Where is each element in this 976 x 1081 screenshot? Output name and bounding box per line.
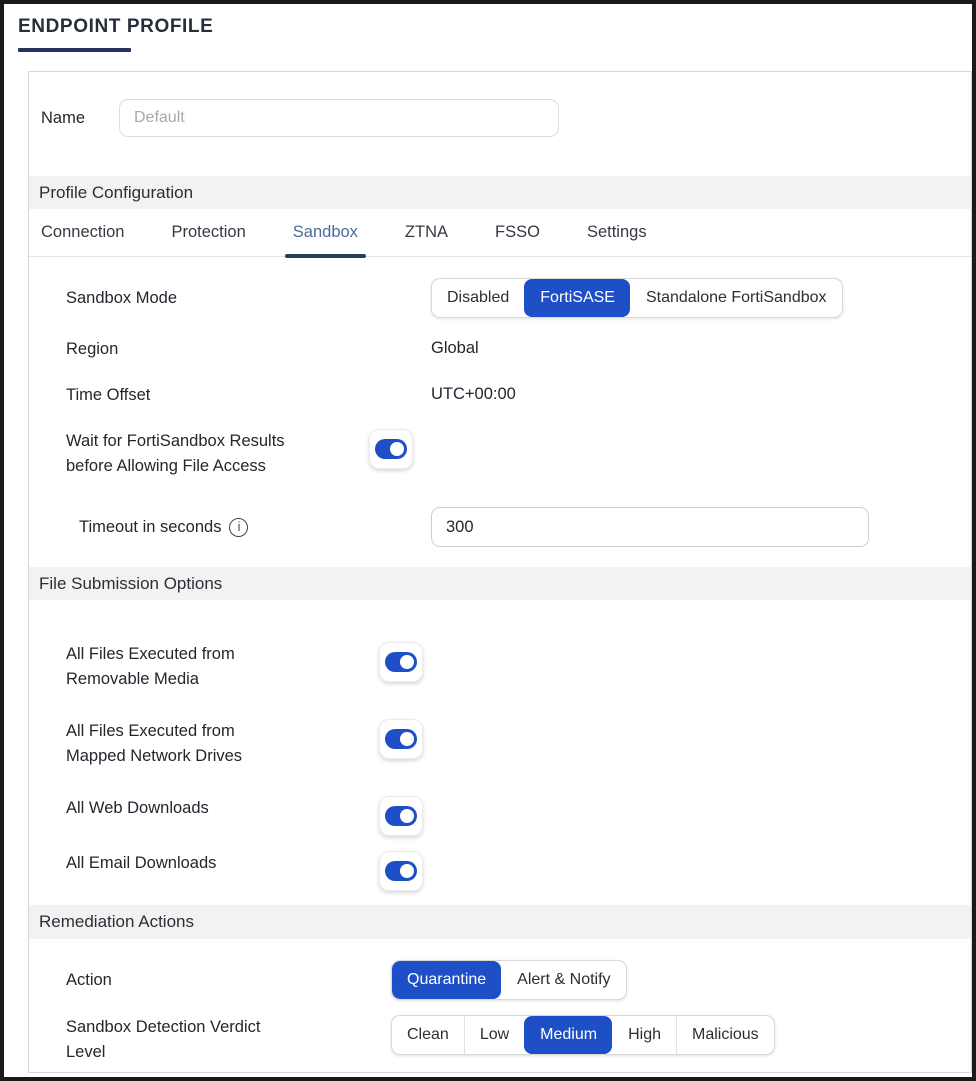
sandbox-mode-row: Sandbox Mode Disabled FortiSASE Standalo… <box>66 278 971 318</box>
region-label: Region <box>66 337 431 362</box>
toggle-pill-on <box>385 652 417 672</box>
action-option-alert-notify[interactable]: Alert & Notify <box>501 961 625 999</box>
tab-bar: Connection Protection Sandbox ZTNA FSSO … <box>29 209 971 257</box>
web-downloads-row: All Web Downloads <box>66 796 971 836</box>
timeout-label-group: Timeout in seconds i <box>79 507 431 547</box>
verdict-level-row: Sandbox Detection Verdict Level Clean Lo… <box>66 1015 971 1065</box>
tab-protection[interactable]: Protection <box>167 209 249 256</box>
sandbox-mode-option-standalone-fortisandbox[interactable]: Standalone FortiSandbox <box>630 279 842 317</box>
mapped-network-drives-row: All Files Executed from Mapped Network D… <box>66 719 971 769</box>
toggle-pill-on <box>385 861 417 881</box>
toggle-pill-on <box>385 806 417 826</box>
web-downloads-label: All Web Downloads <box>66 796 379 821</box>
verdict-segmented-control: Clean Low Medium High Malicious <box>391 1015 775 1055</box>
section-heading: Remediation Actions <box>39 912 194 932</box>
time-offset-value: UTC+00:00 <box>431 383 516 405</box>
name-label: Name <box>41 109 119 128</box>
info-icon[interactable]: i <box>229 518 248 537</box>
verdict-option-low[interactable]: Low <box>464 1016 524 1054</box>
toggle-pill-on <box>375 439 407 459</box>
removable-media-toggle[interactable] <box>379 642 423 682</box>
removable-media-label: All Files Executed from Removable Media <box>66 642 379 692</box>
page-title: ENDPOINT PROFILE <box>18 16 213 38</box>
action-segmented-control: Quarantine Alert & Notify <box>391 960 627 1000</box>
section-heading: File Submission Options <box>39 574 222 594</box>
section-header-profile-configuration: Profile Configuration <box>29 176 971 209</box>
timeout-row: Timeout in seconds i <box>66 507 971 547</box>
tab-sandbox[interactable]: Sandbox <box>289 209 362 256</box>
action-label: Action <box>66 960 391 1000</box>
wait-for-results-row: Wait for FortiSandbox Results before All… <box>66 429 971 485</box>
email-downloads-toggle[interactable] <box>379 851 423 891</box>
region-value: Global <box>431 337 479 359</box>
sandbox-mode-option-disabled[interactable]: Disabled <box>432 279 524 317</box>
timeout-label: Timeout in seconds <box>79 507 221 547</box>
tab-ztna[interactable]: ZTNA <box>401 209 452 256</box>
time-offset-label: Time Offset <box>66 383 431 408</box>
action-option-quarantine[interactable]: Quarantine <box>392 961 501 999</box>
tab-settings[interactable]: Settings <box>583 209 651 256</box>
sandbox-mode-option-fortisase[interactable]: FortiSASE <box>524 279 630 317</box>
verdict-option-malicious[interactable]: Malicious <box>676 1016 774 1054</box>
verdict-option-clean[interactable]: Clean <box>392 1016 464 1054</box>
wait-for-results-toggle[interactable] <box>369 429 413 469</box>
toggle-pill-on <box>385 729 417 749</box>
removable-media-row: All Files Executed from Removable Media <box>66 642 971 692</box>
verdict-level-label: Sandbox Detection Verdict Level <box>66 1015 391 1065</box>
timeout-input[interactable] <box>431 507 869 547</box>
section-header-remediation-actions: Remediation Actions <box>29 905 971 939</box>
action-row: Action Quarantine Alert & Notify <box>66 960 971 1000</box>
profile-panel: Name Profile Configuration Connection Pr… <box>28 71 972 1073</box>
verdict-option-high[interactable]: High <box>612 1016 676 1054</box>
mapped-network-drives-label: All Files Executed from Mapped Network D… <box>66 719 379 769</box>
web-downloads-toggle[interactable] <box>379 796 423 836</box>
email-downloads-label: All Email Downloads <box>66 851 379 876</box>
tab-connection[interactable]: Connection <box>37 209 128 256</box>
file-submission-settings: All Files Executed from Removable Media … <box>29 600 971 891</box>
sandbox-settings: Sandbox Mode Disabled FortiSASE Standalo… <box>29 257 971 547</box>
verdict-option-medium[interactable]: Medium <box>524 1016 612 1054</box>
name-input[interactable] <box>119 99 559 137</box>
tab-fsso[interactable]: FSSO <box>491 209 544 256</box>
region-row: Region Global <box>66 337 971 362</box>
endpoint-profile-window: ENDPOINT PROFILE Name Profile Configurat… <box>0 0 976 1081</box>
wait-for-results-label: Wait for FortiSandbox Results before All… <box>66 429 369 479</box>
remediation-settings: Action Quarantine Alert & Notify Sandbox… <box>29 939 971 1065</box>
email-downloads-row: All Email Downloads <box>66 851 971 891</box>
sandbox-mode-segmented-control: Disabled FortiSASE Standalone FortiSandb… <box>431 278 843 318</box>
sandbox-mode-label: Sandbox Mode <box>66 278 431 318</box>
title-underline <box>18 48 131 52</box>
time-offset-row: Time Offset UTC+00:00 <box>66 383 971 408</box>
section-header-file-submission-options: File Submission Options <box>29 567 971 600</box>
name-row: Name <box>41 99 971 137</box>
section-heading: Profile Configuration <box>39 183 193 203</box>
mapped-network-drives-toggle[interactable] <box>379 719 423 759</box>
